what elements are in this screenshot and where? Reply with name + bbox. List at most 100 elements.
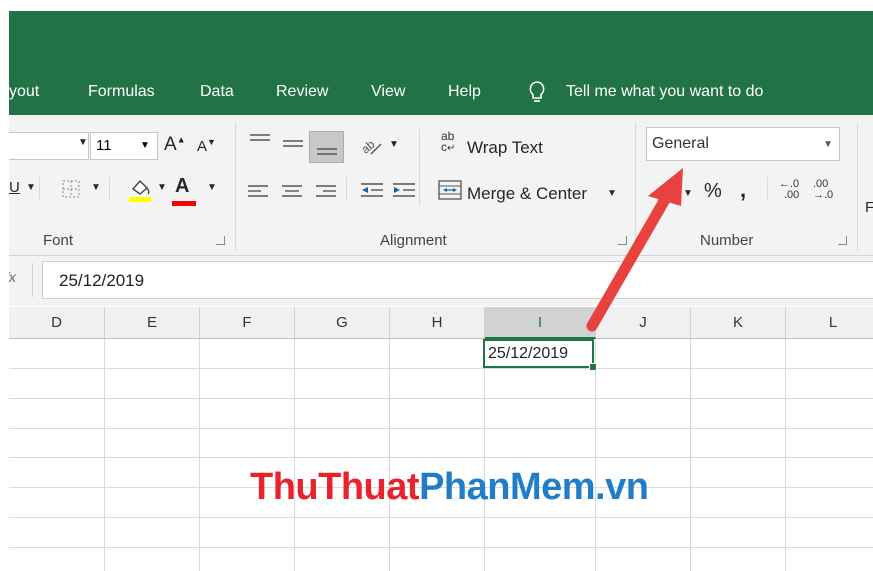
percent-style-button[interactable]: % <box>704 180 722 203</box>
orientation-dropdown-icon[interactable]: ▼ <box>389 139 399 150</box>
column-header-j[interactable]: J <box>596 307 691 339</box>
tab-view[interactable]: View <box>371 83 405 101</box>
font-size-box[interactable]: 11 ▼ <box>90 132 158 160</box>
chevron-down-icon[interactable]: ▼ <box>823 139 833 150</box>
worksheet-grid[interactable]: D E F G H I J K L 25/12/2019 <box>9 307 873 571</box>
divider <box>39 177 40 201</box>
accounting-dropdown-icon[interactable]: ▼ <box>683 188 693 199</box>
selected-cell-value: 25/12/2019 <box>488 345 569 362</box>
tell-me-search[interactable]: Tell me what you want to do <box>566 83 763 101</box>
ribbon: ▼ 11 ▼ A▲ A▼ U ▼ ▼ ▼ A ▼ Font ab ▼ ab c↵… <box>9 115 873 256</box>
shrink-font-button[interactable]: A▼ <box>197 137 216 155</box>
column-gridline <box>199 339 200 571</box>
align-left-icon[interactable] <box>247 183 269 206</box>
row-gridline <box>9 517 873 518</box>
number-group-label: Number <box>700 232 754 249</box>
column-header-g[interactable]: G <box>295 307 390 339</box>
svg-text:ab: ab <box>359 137 378 157</box>
watermark-logo: ThuThuatPhanMem.vn <box>250 466 649 509</box>
formula-content: 25/12/2019 <box>59 271 145 290</box>
grow-font-button[interactable]: A▲ <box>164 134 186 156</box>
underline-button[interactable]: U <box>9 179 20 196</box>
divider <box>32 263 33 297</box>
watermark-part2: PhanMem <box>419 466 596 508</box>
tab-page-layout[interactable]: yout <box>9 83 39 101</box>
group-divider <box>857 123 858 251</box>
middle-align-icon[interactable] <box>282 137 304 158</box>
merge-center-button[interactable]: Merge & Center <box>467 184 587 204</box>
title-bar <box>9 11 873 69</box>
chevron-down-icon[interactable]: ▼ <box>140 140 150 151</box>
column-gridline <box>484 339 485 571</box>
font-name-dropdown-icon[interactable]: ▼ <box>78 137 88 148</box>
row-gridline <box>9 457 873 458</box>
font-color-swatch <box>172 201 196 206</box>
row-gridline <box>9 547 873 548</box>
number-format-select[interactable]: General ▼ <box>646 127 840 161</box>
column-gridline <box>294 339 295 571</box>
align-center-icon[interactable] <box>281 183 303 206</box>
increase-indent-icon[interactable] <box>391 181 417 206</box>
increase-decimal-bottom: .00 <box>783 189 800 201</box>
wrap-text-button[interactable]: Wrap Text <box>467 138 543 158</box>
divider <box>109 177 110 201</box>
tab-data[interactable]: Data <box>200 83 234 101</box>
decrease-decimal-bottom: →.0 <box>813 189 834 201</box>
next-group-partial-label: F <box>865 199 873 216</box>
ribbon-tab-bar: yout Formulas Data Review View Help Tell… <box>9 69 873 115</box>
orientation-icon[interactable]: ab <box>358 134 385 163</box>
row-gridline <box>9 368 873 369</box>
column-header-k[interactable]: K <box>691 307 786 339</box>
divider <box>767 177 768 201</box>
column-header-i[interactable]: I <box>485 307 596 339</box>
column-header-d[interactable]: D <box>9 307 105 339</box>
decrease-indent-icon[interactable] <box>359 181 385 206</box>
fill-color-dropdown-icon[interactable]: ▼ <box>157 182 167 193</box>
borders-dropdown-icon[interactable]: ▼ <box>91 182 101 193</box>
selected-cell-i[interactable]: 25/12/2019 <box>483 339 597 371</box>
grow-font-icon: A <box>164 134 177 155</box>
column-gridline <box>690 339 691 571</box>
borders-icon[interactable] <box>61 179 81 204</box>
formula-bar: fx 25/12/2019 <box>9 256 873 306</box>
tab-formulas[interactable]: Formulas <box>88 83 155 101</box>
group-divider <box>635 123 636 251</box>
tab-help[interactable]: Help <box>448 83 481 101</box>
merge-dropdown-icon[interactable]: ▼ <box>607 188 617 199</box>
column-gridline <box>785 339 786 571</box>
font-color-icon: A <box>175 175 190 197</box>
top-align-icon[interactable] <box>249 133 271 154</box>
tab-review[interactable]: Review <box>276 83 328 101</box>
comma-style-button[interactable]: , <box>740 177 746 203</box>
bottom-align-button[interactable] <box>309 131 344 163</box>
column-header-h[interactable]: H <box>390 307 485 339</box>
column-gridline <box>104 339 105 571</box>
font-color-dropdown-icon[interactable]: ▼ <box>207 182 217 193</box>
dialog-launcher-icon[interactable] <box>216 236 225 245</box>
decrease-decimal-button[interactable]: .00 →.0 <box>813 179 833 201</box>
column-gridline <box>595 339 596 571</box>
column-header-f[interactable]: F <box>200 307 295 339</box>
column-gridline <box>389 339 390 571</box>
row-gridline <box>9 398 873 399</box>
underline-dropdown-icon[interactable]: ▼ <box>26 182 36 193</box>
fill-handle[interactable] <box>589 363 597 371</box>
fill-color-icon[interactable] <box>127 175 153 208</box>
column-header-l[interactable]: L <box>786 307 873 339</box>
dialog-launcher-icon[interactable] <box>618 236 627 245</box>
font-name-box[interactable] <box>9 132 89 160</box>
formula-input[interactable]: 25/12/2019 <box>42 261 873 299</box>
wrap-text-icon: ab c↵ <box>441 130 455 154</box>
watermark-part1: ThuThuat <box>250 466 420 508</box>
increase-decimal-button[interactable]: ←.0 .00 <box>779 179 799 201</box>
shrink-font-icon: A <box>197 138 208 155</box>
align-right-icon[interactable] <box>315 183 337 206</box>
number-format-value: General <box>652 135 709 152</box>
fx-icon[interactable]: fx <box>9 269 16 285</box>
lightbulb-icon[interactable] <box>527 80 547 109</box>
alignment-group-label: Alignment <box>380 232 447 249</box>
font-color-button[interactable]: A <box>175 175 189 198</box>
font-group-label: Font <box>43 232 74 249</box>
column-header-e[interactable]: E <box>105 307 200 339</box>
dialog-launcher-icon[interactable] <box>838 236 847 245</box>
